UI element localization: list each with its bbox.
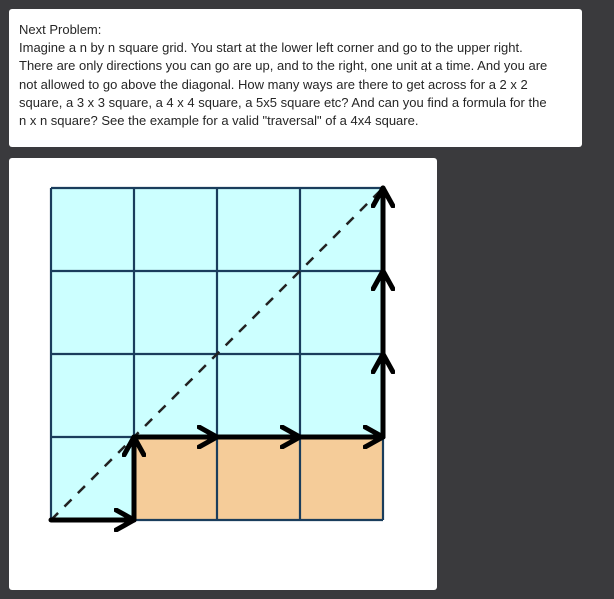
grid-cell	[217, 188, 300, 271]
grid-cell-below-path	[300, 437, 383, 520]
grid-cell	[51, 271, 134, 354]
grid-cell	[134, 188, 217, 271]
grid-cell	[300, 271, 383, 354]
grid-cell	[300, 354, 383, 437]
problem-line: square, a 3 x 3 square, a 4 x 4 square, …	[19, 94, 547, 110]
problem-line: Imagine a n by n square grid. You start …	[19, 40, 523, 56]
problem-line: There are only directions you can go are…	[19, 58, 548, 74]
problem-title: Next Problem:	[19, 22, 102, 37]
problem-card: Next Problem: Imagine a n by n square gr…	[9, 9, 582, 147]
page: Next Problem: Imagine a n by n square gr…	[0, 0, 614, 599]
grid-traversal-figure	[48, 185, 437, 590]
example-figure-card	[9, 158, 437, 590]
problem-line: n x n square? See the example for a vali…	[19, 113, 419, 129]
grid-cell-below-path	[134, 437, 217, 520]
problem-line: not allowed to go above the diagonal. Ho…	[19, 76, 528, 92]
grid-cell	[217, 354, 300, 437]
grid-cell	[134, 271, 217, 354]
grid-cell-below-path	[217, 437, 300, 520]
grid-cell	[51, 354, 134, 437]
grid-cell	[51, 188, 134, 271]
